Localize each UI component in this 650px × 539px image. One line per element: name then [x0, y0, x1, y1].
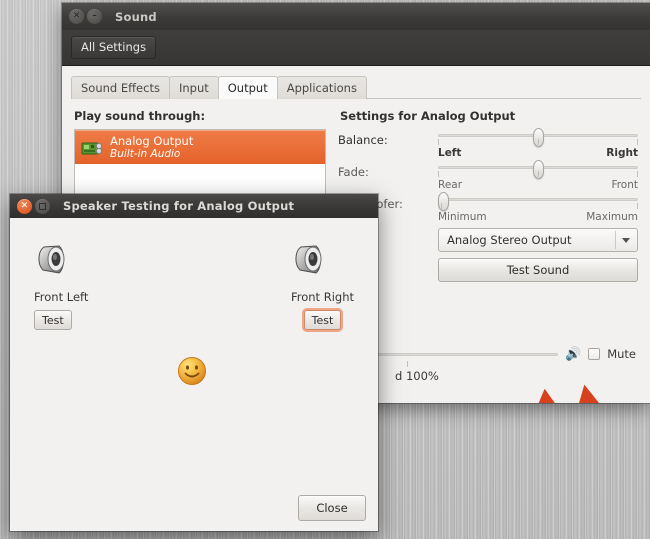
device-text: Analog Output Built-in Audio: [110, 134, 194, 161]
fade-right-label: Front: [611, 179, 638, 191]
fade-left-label: Rear: [438, 179, 463, 191]
fade-slider-track[interactable]: [438, 160, 638, 179]
test-front-left-button[interactable]: Test: [34, 310, 72, 330]
tab-output[interactable]: Output: [217, 76, 278, 99]
subwoofer-left-label: Minimum: [438, 211, 487, 223]
sound-window-titlebar: ✕ – Sound: [62, 3, 650, 30]
subwoofer-right-label: Maximum: [586, 211, 638, 223]
sound-window-toolbar: All Settings: [62, 30, 650, 66]
mode-and-test: Analog Stereo Output Test Sound: [338, 228, 638, 282]
channel-label: Front Right: [290, 290, 354, 304]
list-item[interactable]: Analog Output Built-in Audio: [75, 130, 325, 165]
fade-label: Fade:: [338, 165, 369, 179]
balance-left-label: Left: [438, 147, 462, 159]
channel-label: Front Left: [34, 290, 89, 304]
smiley-face-icon: [177, 356, 207, 390]
fade-slider-ticks: [438, 171, 638, 178]
test-front-right-button[interactable]: Test: [303, 310, 342, 330]
tab-applications[interactable]: Applications: [276, 76, 367, 99]
fade-slider[interactable]: Rear Front: [438, 160, 638, 191]
volume-tick: [407, 361, 408, 367]
speaker-icon: [291, 245, 325, 280]
test-sound-button[interactable]: Test Sound: [438, 258, 638, 282]
balance-label: Balance:: [338, 133, 388, 147]
settings-heading: Settings for Analog Output: [340, 109, 516, 123]
balance-slider-ticks: [438, 139, 638, 146]
balance-slider[interactable]: Left Right: [438, 128, 638, 159]
output-volume-row: 🔊 Mute: [340, 347, 636, 361]
subwoofer-slider-track[interactable]: [438, 192, 638, 211]
balance-right-label: Right: [606, 147, 638, 159]
all-settings-button[interactable]: All Settings: [71, 36, 157, 59]
speaker-dialog-titlebar: ✕ Speaker Testing for Analog Output: [10, 194, 378, 218]
channel-front-right: Front Right Test: [291, 242, 354, 330]
balance-row: Balance: Left Right: [338, 128, 638, 159]
tab-sound-effects[interactable]: Sound Effects: [71, 76, 170, 99]
tab-input[interactable]: Input: [168, 76, 219, 99]
balance-end-labels: Left Right: [438, 147, 638, 159]
subwoofer-row: Subwoofer: Minimum Maximum: [338, 192, 638, 223]
chevron-down-icon: [622, 237, 630, 243]
mute-label: Mute: [607, 347, 636, 361]
sound-window-title: Sound: [115, 9, 157, 24]
channel-front-left: Front Left Test: [34, 242, 88, 330]
fade-end-labels: Rear Front: [438, 179, 638, 191]
speaker-dialog-body: Front Left Test Front Right Test Close: [10, 218, 378, 531]
close-button[interactable]: Close: [298, 495, 366, 521]
volume-percent-label: d 100%: [395, 369, 439, 383]
combo-separator: [615, 231, 616, 249]
output-mode-value: Analog Stereo Output: [447, 233, 572, 247]
subwoofer-end-labels: Minimum Maximum: [438, 211, 638, 223]
speaker-volume-icon: 🔊: [565, 346, 582, 362]
speaker-dialog-title: Speaker Testing for Analog Output: [63, 199, 295, 213]
play-through-heading: Play sound through:: [74, 109, 206, 123]
speaker-testing-dialog: ✕ Speaker Testing for Analog Output Fron…: [10, 194, 378, 531]
desktop-background: ✕ – Sound All Settings Sound Effects Inp…: [0, 0, 650, 539]
minimize-icon[interactable]: –: [87, 9, 102, 24]
subwoofer-slider-ticks: [438, 203, 638, 210]
fade-row: Fade: Rear Front: [338, 160, 638, 191]
close-icon[interactable]: ✕: [69, 9, 84, 24]
device-name: Analog Output: [110, 134, 194, 148]
settings-section: Settings for Analog Output Balance: Left…: [338, 109, 638, 282]
subwoofer-slider[interactable]: Minimum Maximum: [438, 192, 638, 223]
soundcard-icon: [81, 139, 103, 157]
tab-bar: Sound Effects Input Output Applications: [62, 66, 650, 99]
device-subtitle: Built-in Audio: [110, 148, 181, 161]
mute-checkbox[interactable]: [588, 348, 601, 360]
balance-slider-track[interactable]: [438, 128, 638, 147]
close-icon[interactable]: ✕: [17, 198, 32, 214]
output-mode-select[interactable]: Analog Stereo Output: [438, 228, 638, 252]
speaker-icon: [34, 245, 68, 280]
maximize-icon[interactable]: [35, 198, 50, 214]
